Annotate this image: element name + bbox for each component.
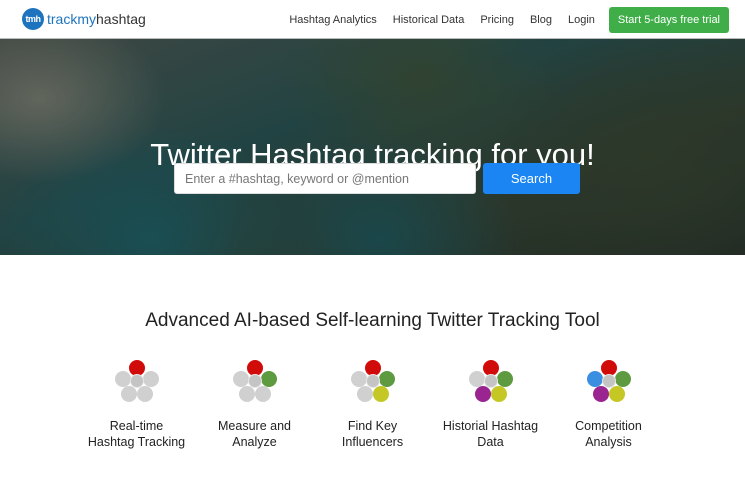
petal-icon (496, 371, 513, 387)
feature-item: Competition Analysis (550, 360, 668, 450)
feature-item: Find Key Influencers (314, 360, 432, 450)
nav-link-historical-data[interactable]: Historical Data (393, 14, 465, 26)
feature-label-line1: Measure and (218, 419, 291, 433)
logo-text: trackmyhashtag (47, 11, 146, 27)
feature-label-line2: Analysis (585, 435, 632, 449)
petal-icon (238, 386, 255, 402)
logo-badge-icon: tmh (22, 8, 44, 30)
petal-icon (114, 371, 131, 387)
nav-link-login[interactable]: Login (568, 14, 595, 26)
petal-icon (356, 386, 373, 402)
petal-icon (254, 386, 271, 402)
search-input[interactable] (174, 163, 476, 194)
flower-icon (230, 360, 280, 406)
feature-label-line2: Data (477, 435, 504, 449)
feature-label: Measure and Analyze (196, 418, 314, 450)
feature-label-line1: Historial Hashtag (442, 419, 539, 433)
feature-label: Find Key Influencers (314, 418, 432, 450)
feature-item: Measure and Analyze (196, 360, 314, 450)
petal-icon (614, 371, 631, 387)
petal-icon (474, 386, 491, 402)
flower-icon (112, 360, 162, 406)
petal-icon (586, 371, 603, 387)
hero-section: Twitter Hashtag tracking for you! Search (0, 39, 745, 255)
nav-link-blog[interactable]: Blog (530, 14, 552, 26)
feature-label-line1: Real-time (109, 419, 164, 433)
petal-icon (490, 386, 507, 402)
flower-icon (584, 360, 634, 406)
feature-label-line2: Analyze (232, 435, 277, 449)
features-row: Real-time Hashtag Tracking Measure and Anal… (0, 360, 745, 450)
petal-icon (608, 386, 625, 402)
feature-item: Real-time Hashtag Tracking (78, 360, 196, 450)
petal-icon (260, 371, 277, 387)
petal-icon (468, 371, 485, 387)
petal-icon (592, 386, 609, 402)
feature-label: Historial Hashtag Data (432, 418, 550, 450)
flower-center-icon (601, 374, 616, 388)
petal-icon (232, 371, 249, 387)
flower-center-icon (365, 374, 380, 388)
flower-icon (466, 360, 516, 406)
feature-item: Historial Hashtag Data (432, 360, 550, 450)
flower-center-icon (247, 374, 262, 388)
feature-label-line2: Influencers (341, 435, 404, 449)
feature-label-line2: Hashtag Tracking (87, 435, 186, 449)
flower-icon (348, 360, 398, 406)
section-title: Advanced AI-based Self-learning Twitter … (145, 310, 600, 331)
flower-center-icon (483, 374, 498, 388)
search-form: Search (174, 163, 580, 194)
petal-icon (350, 371, 367, 387)
logo[interactable]: tmh trackmyhashtag (22, 8, 146, 30)
flower-center-icon (129, 374, 144, 388)
logo-text-a: trackmy (47, 11, 96, 27)
free-trial-button[interactable]: Start 5-days free trial (608, 6, 729, 33)
feature-label-line1: Find Key (347, 419, 398, 433)
top-navbar: tmh trackmyhashtag Hashtag Analytics His… (0, 0, 745, 39)
petal-icon (136, 386, 153, 402)
petal-icon (378, 371, 395, 387)
feature-label: Real-time Hashtag Tracking (78, 418, 196, 450)
nav-link-pricing[interactable]: Pricing (480, 14, 514, 26)
petal-icon (372, 386, 389, 402)
feature-label: Competition Analysis (550, 418, 668, 450)
petal-icon (142, 371, 159, 387)
petal-icon (120, 386, 137, 402)
search-button[interactable]: Search (483, 163, 580, 194)
nav-links: Hashtag Analytics Historical Data Pricin… (273, 0, 729, 39)
logo-text-b: hashtag (96, 11, 146, 27)
nav-link-hashtag-analytics[interactable]: Hashtag Analytics (289, 14, 376, 26)
feature-label-line1: Competition (575, 419, 642, 433)
